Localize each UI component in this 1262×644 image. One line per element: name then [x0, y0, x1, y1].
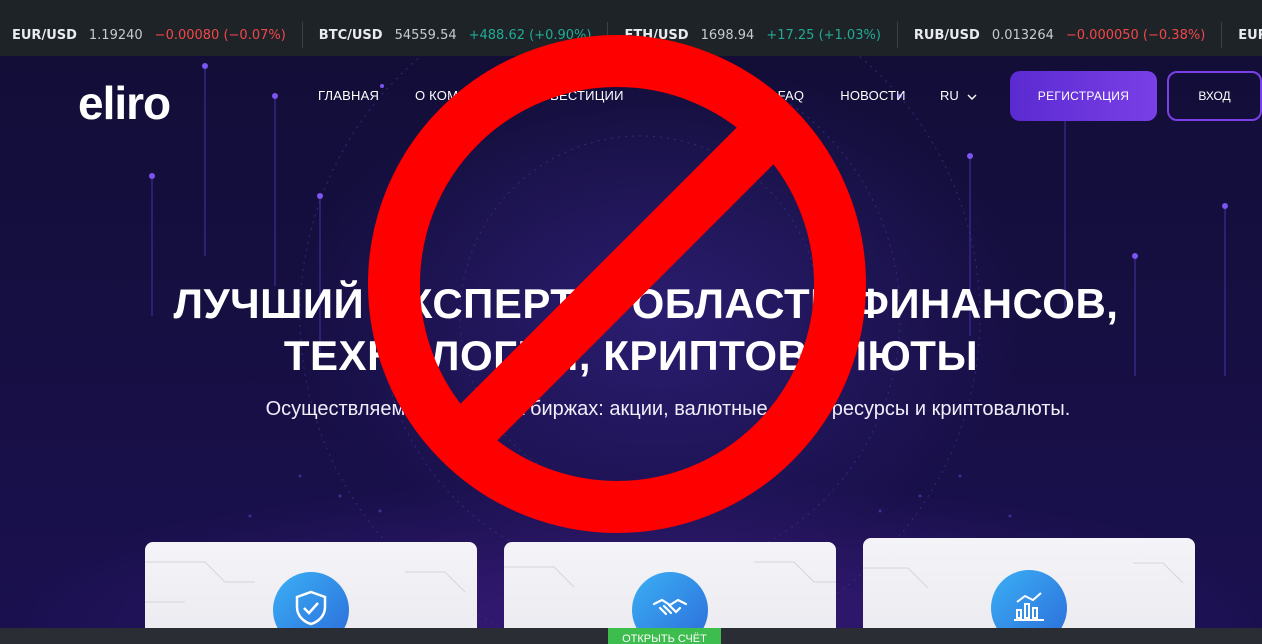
- headline-line-2: ТЕХНОЛОГИЙ, КРИПТОВАЛЮТЫ: [283, 332, 979, 379]
- ticker-item[interactable]: EUR/: [1238, 22, 1262, 48]
- main-nav: ГЛАВНАЯ О КОМ ВЕСТИЦИИ FAQ НОВОСТИ: [318, 88, 906, 103]
- nav-item-about[interactable]: О КОМ: [415, 88, 458, 103]
- ticker-price: 54559.54: [394, 27, 457, 43]
- price-ticker: EUR/USD 1.19240 −0.00080 (−0.07%) BTC/USD 54…: [0, 0, 1262, 56]
- hero-section: eliro ГЛАВНАЯ О КОМ ВЕСТИЦИИ FAQ НОВОСТИ…: [0, 56, 1262, 644]
- nav-item-news[interactable]: НОВОСТИ: [840, 88, 906, 103]
- handshake-icon: [652, 596, 688, 625]
- ticker-price: 0.013264: [991, 27, 1054, 43]
- nav-item-faq[interactable]: FAQ: [778, 88, 805, 103]
- register-button[interactable]: РЕГИСТРАЦИЯ: [1010, 71, 1157, 121]
- bar-chart-icon: [1011, 590, 1047, 627]
- ticker-price: 1.19240: [88, 27, 143, 43]
- ticker-item[interactable]: RUB/USD 0.013264 −0.000050 (−0.38%): [913, 22, 1223, 48]
- ticker-symbol: RUB/USD: [913, 27, 980, 43]
- ticker-item[interactable]: ETH/USD 1698.94 +17.25 (+1.03%): [624, 22, 898, 48]
- ticker-item[interactable]: BTC/USD 54559.54 +488.62 (+0.90%): [319, 22, 609, 48]
- ticker-track: EUR/USD 1.19240 −0.00080 (−0.07%) BTC/USD 54…: [0, 22, 1262, 48]
- ticker-change: −0.00080 (−0.07%): [154, 27, 286, 43]
- chevron-down-icon: [967, 88, 977, 103]
- site-logo[interactable]: eliro: [78, 78, 228, 128]
- ticker-symbol: ETH/USD: [624, 27, 689, 43]
- ticker-price: 1698.94: [700, 27, 755, 43]
- logo-wordmark: eliro: [78, 77, 171, 129]
- ticker-change: +17.25 (+1.03%): [766, 27, 881, 43]
- shield-check-icon: [294, 590, 328, 631]
- open-account-button[interactable]: ОТКРЫТЬ СЧЁТ: [608, 628, 721, 644]
- login-button[interactable]: ВХОД: [1167, 71, 1262, 121]
- language-code: RU: [940, 88, 959, 103]
- hero-headline: ЛУЧШИЙ ЭКСПЕРТ В ОБЛАСТИ ФИНАНСОВ, ТЕХНО…: [0, 278, 1262, 382]
- language-selector[interactable]: RU: [940, 88, 977, 103]
- nav-item-home[interactable]: ГЛАВНАЯ: [318, 88, 379, 103]
- ticker-symbol: BTC/USD: [318, 27, 383, 43]
- ticker-change: +488.62 (+0.90%): [468, 27, 592, 43]
- nav-item-investments[interactable]: ВЕСТИЦИИ: [550, 88, 624, 103]
- ticker-symbol: EUR/USD: [12, 27, 77, 43]
- ticker-symbol: EUR/: [1238, 27, 1262, 43]
- hero-subtitle: Осуществляем торговлю на биржах: акции, …: [265, 398, 1071, 420]
- ticker-change: −0.000050 (−0.38%): [1065, 27, 1206, 43]
- headline-line-1: ЛУЧШИЙ ЭКСПЕРТ В ОБЛАСТИ ФИНАНСОВ,: [173, 280, 1119, 327]
- ticker-item[interactable]: EUR/USD 1.19240 −0.00080 (−0.07%): [12, 22, 303, 48]
